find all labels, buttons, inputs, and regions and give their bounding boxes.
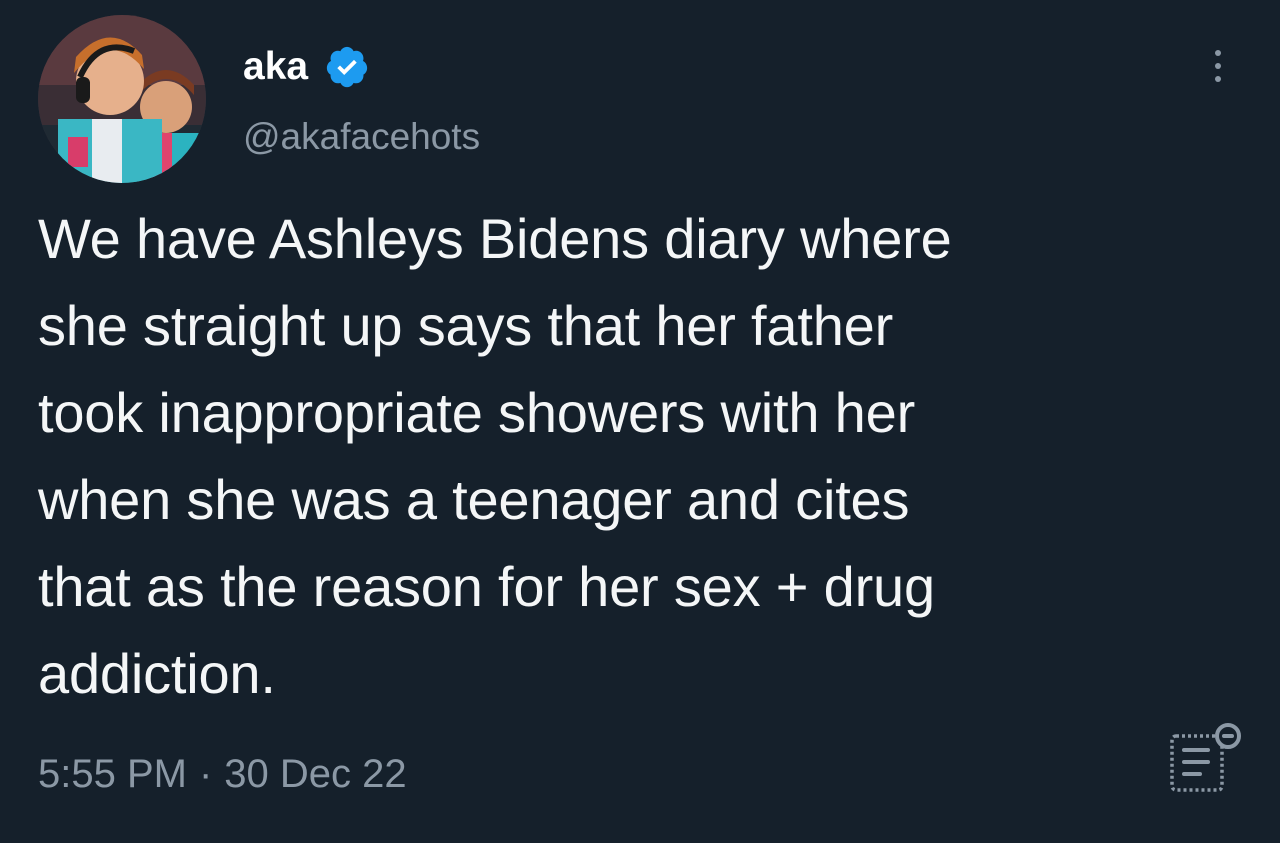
author-row: aka: [243, 44, 370, 90]
more-dot: [1215, 63, 1221, 69]
view-analytics-icon[interactable]: [1166, 718, 1246, 798]
tweet-time: 5:55 PM: [38, 752, 187, 796]
tweet-text-line: addiction.: [38, 642, 276, 705]
author-handle[interactable]: @akafacehots: [243, 116, 480, 158]
tweet-date: 30 Dec 22: [224, 752, 407, 796]
tweet-text-line: took inappropriate showers with her: [38, 381, 916, 444]
tweet-card: aka @akafacehots We have Ashleys Bidens …: [0, 0, 1280, 843]
tweet-text-line: she straight up says that her father: [38, 294, 894, 357]
display-name[interactable]: aka: [243, 45, 308, 89]
tweet-timestamp[interactable]: 5:55 PM · 30 Dec 22: [38, 752, 407, 797]
more-dot: [1215, 76, 1221, 82]
tweet-text-line: We have Ashleys Bidens diary where: [38, 207, 952, 270]
avatar-image: [38, 15, 206, 183]
tweet-text-line: when she was a teenager and cites: [38, 468, 910, 531]
more-dot: [1215, 50, 1221, 56]
more-options-icon[interactable]: [1200, 42, 1236, 90]
avatar[interactable]: [38, 15, 206, 183]
meta-separator: ·: [198, 752, 213, 796]
verified-badge-icon: [326, 46, 368, 88]
tweet-text: We have Ashleys Bidens diary where she s…: [38, 195, 1228, 717]
tweet-text-line: that as the reason for her sex + drug: [38, 555, 935, 618]
